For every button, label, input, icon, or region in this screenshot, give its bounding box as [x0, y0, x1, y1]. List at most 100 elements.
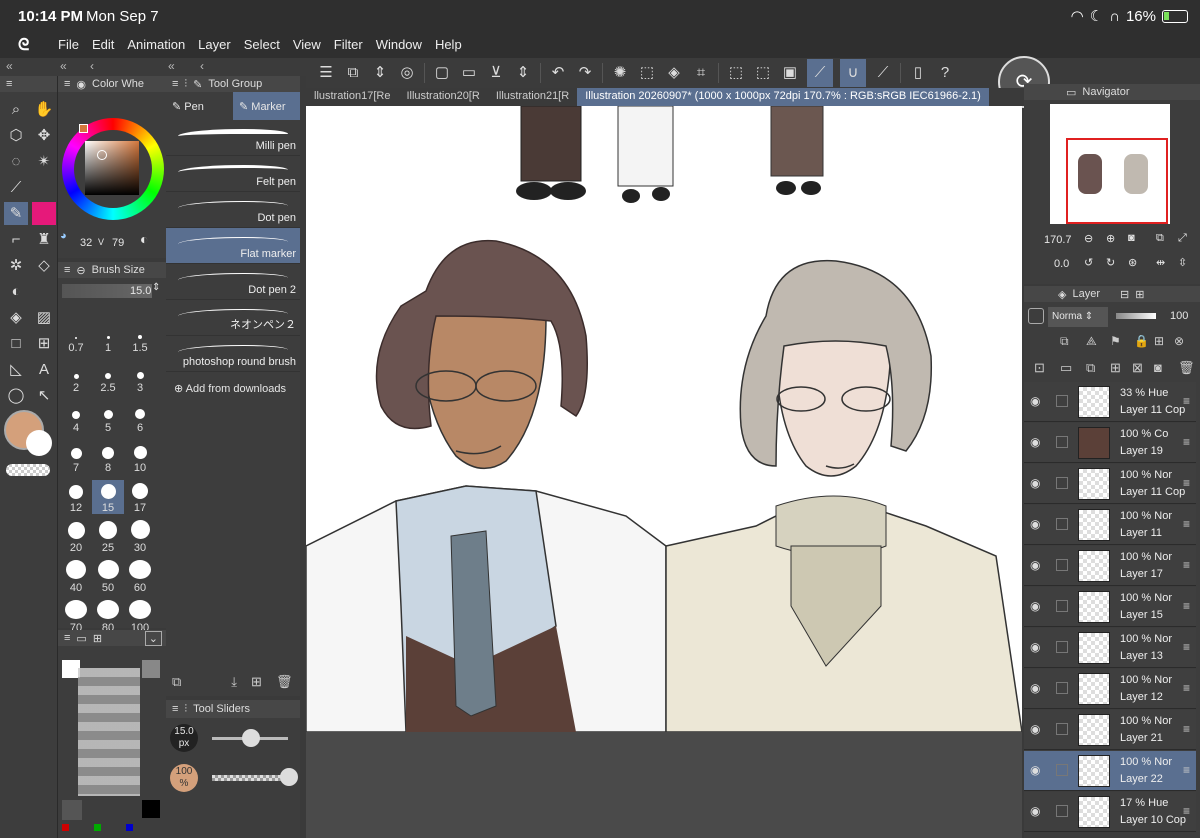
marker-color-icon[interactable]	[32, 202, 56, 225]
brush-size-preset[interactable]: 8	[92, 440, 124, 474]
layer-row[interactable]: ◉ 33 % Hue Layer 11 Cop ≡	[1024, 382, 1196, 422]
chevron-down-icon[interactable]: ⌄	[144, 630, 162, 646]
color-set-tab-icon[interactable]: ▭	[76, 632, 86, 645]
lock-icon[interactable]: 🔒	[1134, 334, 1149, 348]
brush-size-preset[interactable]: 0.7	[60, 320, 92, 354]
drag-handle-icon[interactable]: ≡	[1183, 435, 1190, 449]
layer-checkbox[interactable]	[1056, 559, 1068, 571]
layer-checkbox[interactable]	[1056, 805, 1068, 817]
brush-item[interactable]: Milli pen	[166, 120, 300, 156]
undo-icon[interactable]: ↶	[548, 63, 568, 83]
app-logo-icon[interactable]: ᘓ	[18, 37, 44, 54]
eye-icon[interactable]: ◉	[1030, 558, 1044, 572]
brush-size-tab-icon[interactable]: ⊖	[76, 264, 85, 277]
brush-size-preset[interactable]: 50	[92, 560, 124, 594]
brush-size-preset[interactable]: 15	[92, 480, 124, 514]
clip-icon[interactable]: ⧉	[1060, 334, 1069, 349]
tab-illustration21[interactable]: Illustration21[R	[488, 88, 577, 106]
brush-size-preset[interactable]: 60	[124, 560, 156, 594]
brush-size-preset[interactable]: 10	[124, 440, 156, 474]
menu-view[interactable]: View	[293, 37, 321, 53]
panel-menu-icon[interactable]: ≡	[172, 78, 178, 90]
pen-tab-icon[interactable]: ✎	[193, 78, 202, 91]
fit-icon[interactable]: ◙	[1128, 232, 1135, 244]
layer-property-tab-icon[interactable]: ⊟	[1120, 288, 1129, 301]
eye-icon[interactable]: ◉	[1030, 640, 1044, 654]
open-folder-icon[interactable]: ▭	[459, 63, 479, 83]
magic-wand-icon[interactable]: ✴	[32, 150, 56, 173]
collapse-left-icon-5[interactable]: ‹	[200, 59, 204, 73]
brush-size-preset[interactable]: 100	[124, 600, 156, 634]
panel-menu-icon[interactable]: ≡	[64, 632, 70, 644]
menu-layer[interactable]: Layer	[198, 37, 231, 53]
flip-vertical-icon[interactable]: ⇳	[1178, 256, 1187, 269]
brush-size-preset[interactable]: 1.5	[124, 320, 156, 354]
brush-size-preset[interactable]: 3	[124, 360, 156, 394]
tab-active-illustration[interactable]: Illustration 20260907* (1000 x 1000px 72…	[577, 88, 989, 106]
eyedropper-icon[interactable]: ⟋	[4, 176, 28, 199]
brush-item[interactable]: ネオンペン２	[166, 300, 300, 336]
fullscreen-icon[interactable]: ⤢	[1178, 232, 1187, 245]
gradient-icon[interactable]: ▨	[32, 306, 56, 329]
drag-handle-icon[interactable]: ≡	[1183, 394, 1190, 408]
approximate-color-icon[interactable]: ⊞	[93, 632, 102, 645]
color-mode-icon[interactable]: ◐	[140, 231, 148, 247]
eye-icon[interactable]: ◉	[1030, 804, 1044, 818]
rotate-right-icon[interactable]: ↻	[1106, 256, 1115, 269]
download-icon[interactable]: ⤓	[231, 674, 237, 690]
brush-size-preset[interactable]: 7	[60, 440, 92, 474]
collapse-left-icon[interactable]: «	[6, 59, 13, 73]
brush-size-preset[interactable]: 40	[60, 560, 92, 594]
saturation-value-square[interactable]	[85, 141, 139, 195]
deselect-icon[interactable]: ⬚	[726, 63, 746, 83]
drag-handle-icon[interactable]: ≡	[1183, 640, 1190, 654]
new-file-icon[interactable]: ▢	[432, 63, 452, 83]
brush-item[interactable]: Flat marker	[166, 228, 300, 264]
opacity-slider-thumb[interactable]	[280, 768, 298, 786]
brush-icon[interactable]: ⌐	[4, 228, 28, 251]
eye-icon[interactable]: ◉	[1030, 394, 1044, 408]
layer-checkbox[interactable]	[1056, 395, 1068, 407]
move-icon[interactable]: ✥	[32, 124, 56, 147]
crop-icon[interactable]: ⌗	[691, 63, 711, 83]
tab-pen[interactable]: ✎ Pen	[166, 92, 233, 120]
navigator-preview[interactable]	[1050, 104, 1170, 224]
selection-icon[interactable]: ⬚	[637, 63, 657, 83]
operation-icon[interactable]: ⬡	[4, 124, 28, 147]
brush-size-preset[interactable]: 70	[60, 600, 92, 634]
color-wheel-tab-icon[interactable]: ◉	[76, 78, 86, 91]
hand-icon[interactable]: ✋	[32, 98, 56, 121]
color-picker-handle[interactable]	[97, 150, 107, 160]
text-icon[interactable]: A	[32, 358, 56, 381]
lasso-icon[interactable]: ◌	[4, 150, 28, 173]
opacity-slider-track[interactable]	[212, 775, 288, 781]
eye-icon[interactable]: ◉	[1030, 435, 1044, 449]
panel-menu-icon[interactable]: ≡	[64, 78, 70, 90]
gray-swatch-grid[interactable]	[78, 668, 140, 796]
layer-row[interactable]: ◉ 100 % Nor Layer 21 ≡	[1024, 710, 1196, 750]
layer-row[interactable]: ◉ 100 % Nor Layer 13 ≡	[1024, 628, 1196, 668]
drag-handle-icon[interactable]: ≡	[1183, 517, 1190, 531]
curve-snap-icon[interactable]: ∪	[840, 59, 866, 87]
brush-size-preset[interactable]: 80	[92, 600, 124, 634]
mask-enable-icon[interactable]: ⊗	[1174, 334, 1184, 348]
blend-mode-select[interactable]: Norma ⇕	[1048, 307, 1108, 327]
sliders-icon[interactable]: ⫶	[184, 78, 187, 91]
eye-icon[interactable]: ◉	[1030, 599, 1044, 613]
brush-size-preset[interactable]: 17	[124, 480, 156, 514]
transparent-swatch[interactable]	[6, 464, 50, 476]
figure-icon[interactable]: □	[4, 332, 28, 355]
navigator-tab-icon[interactable]: ▭	[1066, 86, 1076, 99]
reference-icon[interactable]: ⟁	[1086, 334, 1097, 349]
color-swatch-black[interactable]	[142, 800, 160, 818]
duplicate-icon[interactable]: ⊞	[251, 674, 262, 690]
airbrush-icon[interactable]: ♜	[32, 228, 56, 251]
panel-menu-icon[interactable]: ≡	[172, 703, 178, 715]
ruler-snap-icon[interactable]: ⟋	[807, 59, 833, 87]
hamburger-menu-icon[interactable]: ☰	[316, 63, 336, 83]
drag-handle-icon[interactable]: ≡	[1183, 763, 1190, 777]
pen-snap-icon[interactable]: ⟋	[873, 63, 893, 83]
brush-size-preset[interactable]: 12	[60, 480, 92, 514]
layer-search-tab-icon[interactable]: ⊞	[1135, 288, 1144, 301]
layer-row[interactable]: ◉ 100 % Nor Layer 11 Cop ≡	[1024, 464, 1196, 504]
